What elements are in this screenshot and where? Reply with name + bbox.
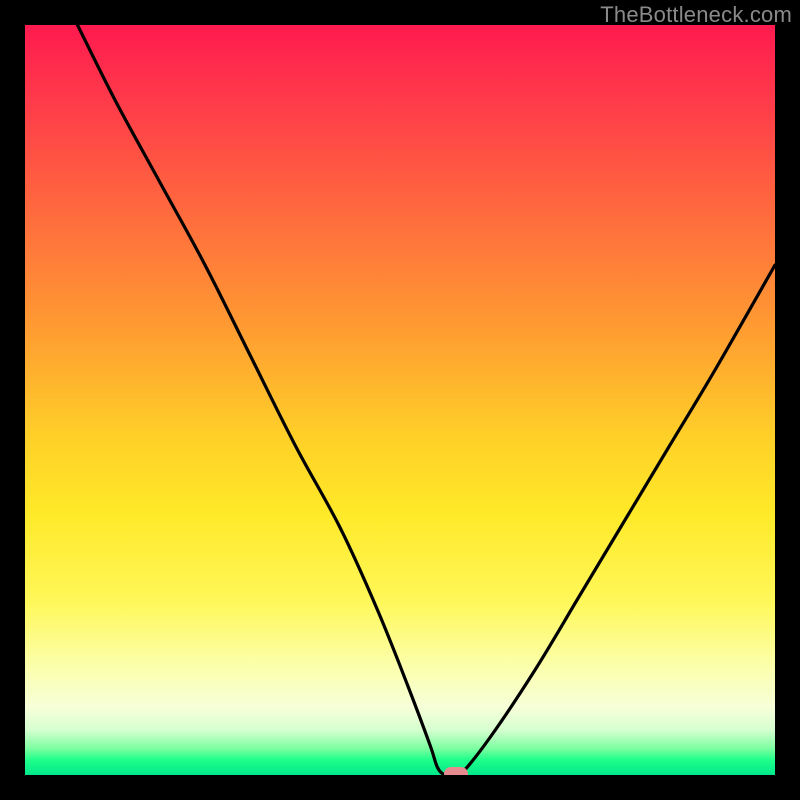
watermark-label: TheBottleneck.com <box>600 2 792 28</box>
plot-area <box>25 25 775 775</box>
curve-path <box>78 25 776 775</box>
bottleneck-curve <box>25 25 775 775</box>
optimum-marker <box>444 767 468 775</box>
chart-frame: TheBottleneck.com <box>0 0 800 800</box>
